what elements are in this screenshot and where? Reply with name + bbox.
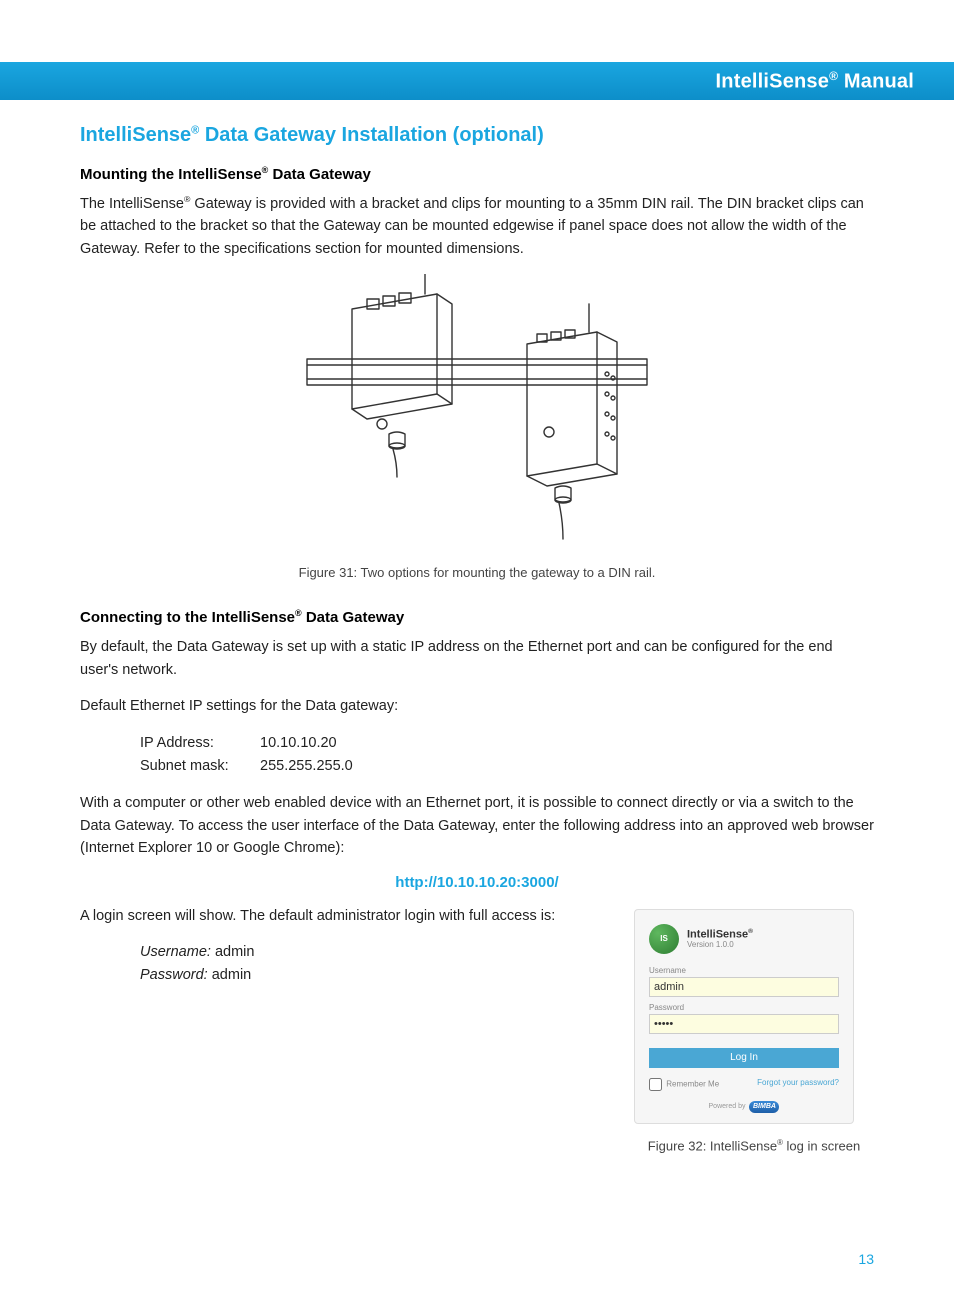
remember-me-label: Remember Me — [666, 1079, 719, 1088]
figure-31-caption: Figure 31: Two options for mounting the … — [80, 565, 874, 580]
password-label: Password: — [140, 967, 208, 983]
section-title-post: Data Gateway Installation (optional) — [199, 124, 544, 146]
username-line: Username: admin — [140, 941, 594, 964]
forgot-password-link[interactable]: Forgot your password? — [757, 1078, 839, 1091]
figure-32-column: IS IntelliSense® Version 1.0.0 Username … — [634, 905, 874, 1153]
mounting-heading-pre: Mounting the IntelliSense — [80, 166, 262, 183]
password-value: admin — [208, 967, 252, 983]
login-footer: Remember Me Forgot your password? — [649, 1078, 839, 1091]
login-info-row: A login screen will show. The default ad… — [80, 905, 874, 1153]
fig32-pre: Figure 32: IntelliSense — [648, 1138, 777, 1153]
gateway-url: http://10.10.10.20:3000/ — [80, 874, 874, 891]
registered-mark: ® — [748, 928, 753, 935]
mask-label: Subnet mask: — [140, 755, 260, 778]
password-input[interactable] — [649, 1014, 839, 1034]
mounting-body: The IntelliSense® Gateway is provided wi… — [80, 193, 874, 260]
connecting-p2: Default Ethernet IP settings for the Dat… — [80, 695, 874, 717]
content-area: IntelliSense® Data Gateway Installation … — [0, 100, 954, 1153]
mask-value: 255.255.255.0 — [260, 755, 353, 778]
credentials: Username: admin Password: admin — [140, 941, 594, 987]
mounting-heading-post: Data Gateway — [268, 166, 371, 183]
username-label: Username: — [140, 944, 211, 960]
registered-mark: ® — [829, 69, 838, 83]
username-field-label: Username — [649, 966, 839, 975]
mounting-heading: Mounting the IntelliSense® Data Gateway — [80, 165, 874, 183]
powered-by-label: Powered by — [709, 1103, 746, 1110]
connecting-p3: With a computer or other web enabled dev… — [80, 792, 874, 859]
document-page: IntelliSense® Manual IntelliSense® Data … — [0, 62, 954, 1297]
mounting-body-pre: The IntelliSense — [80, 196, 184, 212]
mounting-body-post: Gateway is provided with a bracket and c… — [80, 196, 864, 257]
login-title: IntelliSense® — [687, 928, 753, 941]
din-rail-illustration — [297, 274, 657, 554]
section-title: IntelliSense® Data Gateway Installation … — [80, 124, 874, 147]
powered-by: Powered by BIMBA — [649, 1101, 839, 1113]
connecting-p1: By default, the Data Gateway is set up w… — [80, 636, 874, 681]
login-version: Version 1.0.0 — [687, 940, 753, 949]
ip-value: 10.10.10.20 — [260, 732, 337, 755]
header-title-post: Manual — [838, 70, 914, 92]
username-value: admin — [211, 944, 255, 960]
registered-mark: ® — [295, 608, 302, 618]
fig32-post: log in screen — [783, 1138, 860, 1153]
section-title-pre: IntelliSense — [80, 124, 191, 146]
bimba-logo-icon: BIMBA — [749, 1101, 779, 1113]
connecting-heading-pre: Connecting to the IntelliSense — [80, 609, 295, 626]
header-title-pre: IntelliSense — [716, 70, 830, 92]
login-header: IS IntelliSense® Version 1.0.0 — [649, 924, 839, 954]
page-number: 13 — [858, 1251, 874, 1267]
mask-row: Subnet mask: 255.255.255.0 — [140, 755, 874, 778]
ip-row: IP Address: 10.10.10.20 — [140, 732, 874, 755]
figure-31 — [80, 274, 874, 559]
login-info-left: A login screen will show. The default ad… — [80, 905, 594, 988]
figure-32-caption: Figure 32: IntelliSense® log in screen — [634, 1138, 874, 1153]
header-title: IntelliSense® Manual — [716, 69, 914, 94]
ip-label: IP Address: — [140, 732, 260, 755]
connecting-heading: Connecting to the IntelliSense® Data Gat… — [80, 608, 874, 626]
login-screenshot: IS IntelliSense® Version 1.0.0 Username … — [634, 909, 854, 1124]
connecting-p4: A login screen will show. The default ad… — [80, 905, 594, 927]
connecting-heading-post: Data Gateway — [302, 609, 405, 626]
login-title-pre: IntelliSense — [687, 928, 748, 940]
header-bar: IntelliSense® Manual — [0, 62, 954, 100]
intellisense-logo-icon: IS — [649, 924, 679, 954]
password-line: Password: admin — [140, 964, 594, 987]
login-title-block: IntelliSense® Version 1.0.0 — [687, 928, 753, 950]
remember-me[interactable]: Remember Me — [649, 1078, 719, 1091]
login-button[interactable]: Log In — [649, 1048, 839, 1068]
username-input[interactable] — [649, 977, 839, 997]
ip-settings: IP Address: 10.10.10.20 Subnet mask: 255… — [140, 732, 874, 778]
logo-text: IS — [660, 934, 668, 943]
password-field-label: Password — [649, 1003, 839, 1012]
remember-me-checkbox[interactable] — [649, 1078, 662, 1091]
